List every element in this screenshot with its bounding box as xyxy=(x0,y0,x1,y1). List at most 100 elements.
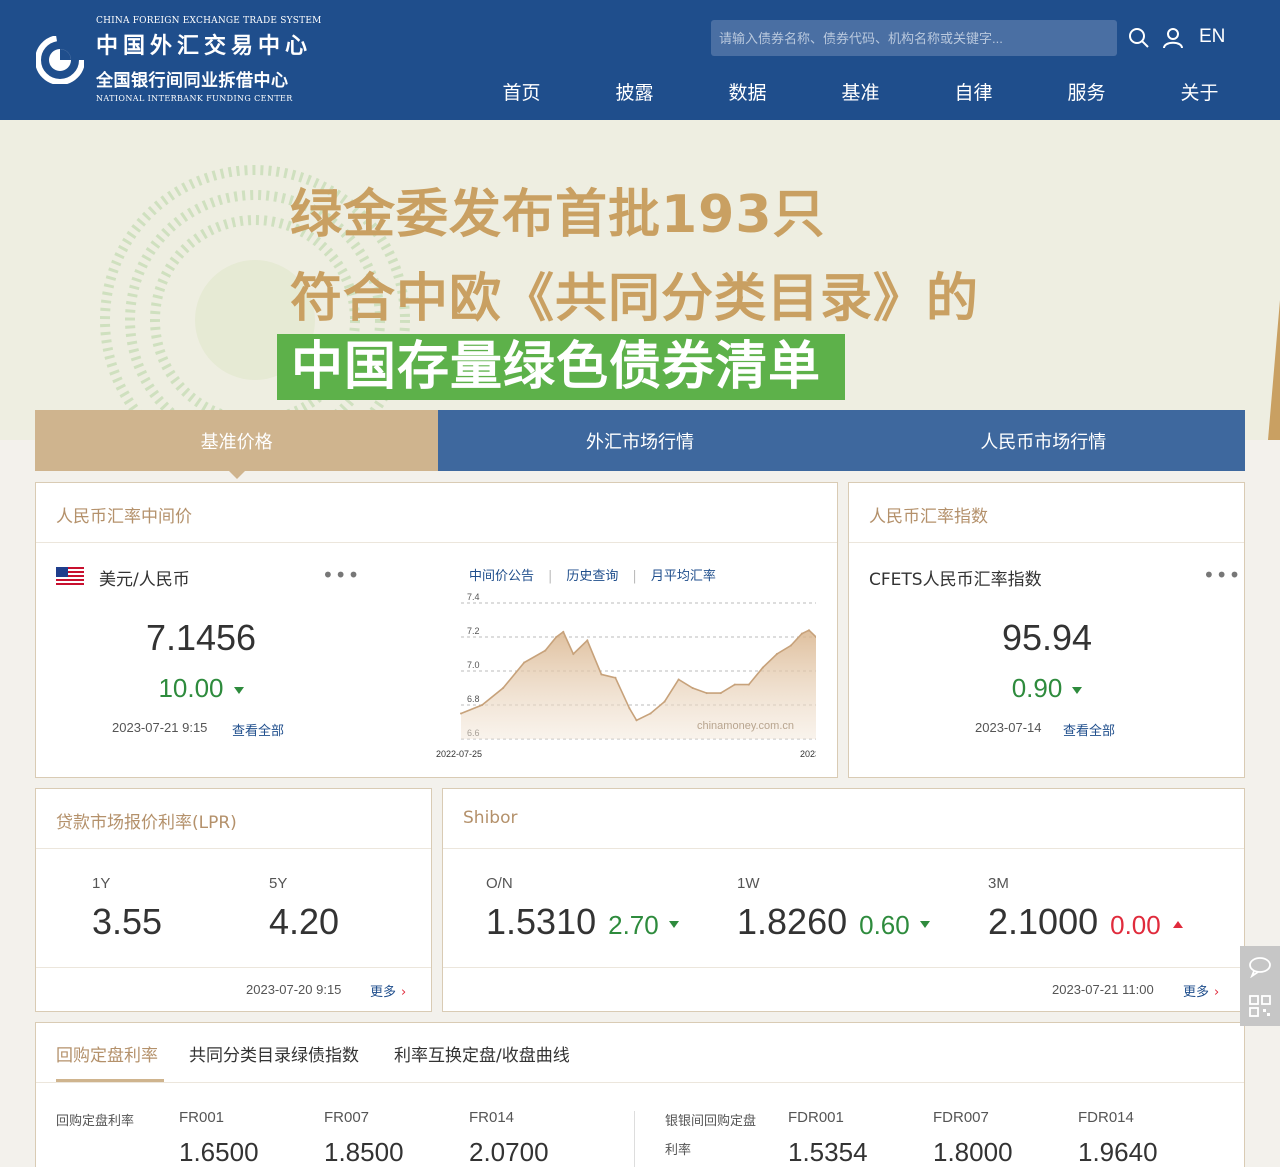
nav-benchmark[interactable]: 基准 xyxy=(804,78,917,105)
lpr-more-link[interactable]: 更多 › xyxy=(370,981,406,1000)
logo-cn-top: 中国外汇交易中心 xyxy=(96,33,313,59)
fdr007-value: 1.8000 xyxy=(933,1137,1013,1167)
tab-irs-curve[interactable]: 利率互换定盘/收盘曲线 xyxy=(394,1041,570,1066)
search-icon[interactable] xyxy=(1127,26,1151,50)
fx-mid-view-all-link[interactable]: 查看全部 xyxy=(232,720,284,739)
divider xyxy=(36,967,431,968)
fr014-label: FR014 xyxy=(469,1109,515,1126)
divider xyxy=(634,1111,635,1167)
shibor-more-label: 更多 xyxy=(1183,985,1210,1000)
more-options-icon[interactable]: ••• xyxy=(322,563,360,587)
tab-repo-fixing[interactable]: 回购定盘利率 xyxy=(56,1041,158,1066)
shibor-3m-row: 2.1000 0.00 xyxy=(988,901,1183,943)
data-point xyxy=(663,700,666,703)
y-tick-label: 7.0 xyxy=(467,660,480,670)
y-tick-label: 7.4 xyxy=(467,592,480,602)
shibor-1w-value: 1.8260 xyxy=(737,901,848,942)
shibor-3m-label: 3M xyxy=(988,875,1009,892)
separator: | xyxy=(548,569,553,584)
fx-trend-chart[interactable]: 7.47.27.06.86.62022-07-252023-07-21china… xyxy=(396,591,816,761)
data-point xyxy=(562,630,565,633)
tab-benchmark-price[interactable]: 基准价格 xyxy=(35,410,439,479)
shibor-card: Shibor O/N 1.5310 2.70 1W 1.8260 0.60 3M 2… xyxy=(442,788,1245,1012)
banner-headline-3: 中国存量绿色债券清单 xyxy=(277,334,846,400)
nav-self-regulation[interactable]: 自律 xyxy=(917,78,1030,105)
fx-mid-change-value: 10.00 xyxy=(158,673,224,703)
chat-icon[interactable] xyxy=(1248,954,1272,978)
data-point xyxy=(800,632,803,635)
more-options-icon[interactable]: ••• xyxy=(1203,563,1241,587)
cfets-card: 人民币汇率指数 CFETS人民币汇率指数 ••• 95.94 0.90 2023… xyxy=(848,482,1245,778)
nav-data[interactable]: 数据 xyxy=(691,78,804,105)
site-header: CHINA FOREIGN EXCHANGE TRADE SYSTEM 中国外汇… xyxy=(0,0,1280,120)
data-point xyxy=(544,649,547,652)
data-point xyxy=(614,676,617,679)
lpr-5y-label: 5Y xyxy=(269,875,288,892)
data-point xyxy=(555,636,558,638)
divider xyxy=(36,848,431,849)
tab-fx-market[interactable]: 外汇市场行情 xyxy=(438,410,842,471)
cfets-change: 0.90 xyxy=(947,673,1147,704)
cfets-title: 人民币汇率指数 xyxy=(869,507,988,527)
data-point xyxy=(628,707,631,710)
down-arrow-icon xyxy=(1072,686,1083,694)
shibor-3m-change: 0.00 xyxy=(1110,910,1161,940)
qr-code-icon[interactable] xyxy=(1248,994,1272,1018)
data-point xyxy=(677,678,680,681)
shibor-on-change: 2.70 xyxy=(608,910,659,940)
data-point xyxy=(481,704,484,706)
fr014-value: 2.0700 xyxy=(469,1137,549,1167)
fr007-label: FR007 xyxy=(324,1109,370,1126)
data-point xyxy=(460,712,462,715)
fr001-value: 1.6500 xyxy=(179,1137,259,1167)
data-point xyxy=(586,639,589,642)
shibor-title: Shibor xyxy=(463,808,518,828)
x-tick-label: 2022-07-25 xyxy=(436,749,482,759)
divider xyxy=(443,848,1244,849)
fx-mid-value: 7.1456 xyxy=(145,617,257,658)
shibor-more-link[interactable]: 更多 › xyxy=(1183,981,1219,1000)
user-icon[interactable] xyxy=(1161,26,1185,50)
nav-disclosure[interactable]: 披露 xyxy=(578,78,691,105)
fdr007-label: FDR007 xyxy=(933,1109,989,1126)
divider xyxy=(443,967,1244,968)
cfets-value: 95.94 xyxy=(1001,617,1093,658)
y-tick-label: 6.8 xyxy=(467,694,480,704)
fdr014-value: 1.9640 xyxy=(1078,1137,1158,1167)
nav-about[interactable]: 关于 xyxy=(1143,78,1256,105)
lpr-5y-value: 4.20 xyxy=(269,901,340,942)
lpr-card: 贷款市场报价利率(LPR) 1Y 3.55 5Y 4.20 2023-07-20… xyxy=(35,788,432,1012)
chevron-right-icon: › xyxy=(1214,985,1220,1000)
down-arrow-icon xyxy=(668,920,679,928)
lpr-date: 2023-07-20 9:15 xyxy=(246,982,342,997)
language-switch[interactable]: EN xyxy=(1199,26,1225,48)
down-arrow-icon xyxy=(233,686,244,694)
divider xyxy=(36,1082,1244,1083)
search-input[interactable] xyxy=(711,20,1117,56)
divider xyxy=(849,542,1244,543)
currency-pair: 美元/人民币 xyxy=(99,570,190,590)
shibor-date: 2023-07-21 11:00 xyxy=(1052,982,1154,997)
nav-home[interactable]: 首页 xyxy=(465,78,578,105)
site-logo[interactable]: CHINA FOREIGN EXCHANGE TRADE SYSTEM 中国外汇… xyxy=(36,14,321,106)
link-history-query[interactable]: 历史查询 xyxy=(566,569,618,584)
data-point xyxy=(691,687,694,689)
fdr001-label: FDR001 xyxy=(788,1109,844,1126)
logo-icon xyxy=(36,36,84,84)
down-arrow-icon xyxy=(919,920,930,928)
cfets-view-all-link[interactable]: 查看全部 xyxy=(1063,720,1115,739)
shibor-3m-value: 2.1000 xyxy=(988,901,1099,942)
data-point xyxy=(600,673,603,676)
tab-rmb-market[interactable]: 人民币市场行情 xyxy=(841,410,1245,471)
hero-banner[interactable]: 绿金委发布首批193只 符合中欧《共同分类目录》的 中国存量绿色债券清单 xyxy=(0,120,1280,440)
fr007-value: 1.8500 xyxy=(324,1137,404,1167)
side-toolbar xyxy=(1240,946,1280,1026)
data-point xyxy=(523,661,526,664)
link-monthly-average[interactable]: 月平均汇率 xyxy=(651,569,716,584)
tab-green-bond-index[interactable]: 共同分类目录绿债指数 xyxy=(189,1041,359,1066)
link-mid-price-notice[interactable]: 中间价公告 xyxy=(469,569,534,584)
nav-services[interactable]: 服务 xyxy=(1030,78,1143,105)
shibor-1w-change: 0.60 xyxy=(859,910,910,940)
data-point xyxy=(761,666,764,669)
data-point xyxy=(649,712,652,715)
